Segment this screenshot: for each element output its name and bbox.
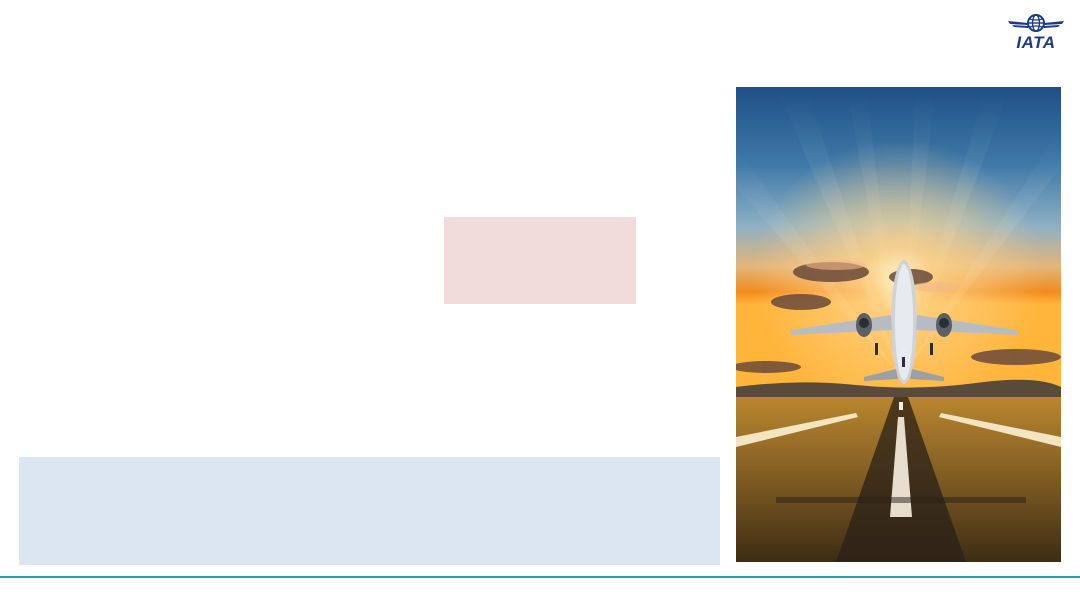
blue-placeholder-box	[19, 457, 720, 565]
airplane-takeoff-photo	[736, 87, 1061, 562]
airplane-takeoff-sunset-icon	[736, 87, 1061, 562]
pink-placeholder-box	[444, 217, 636, 304]
bottom-divider	[0, 576, 1080, 578]
iata-logo: IATA	[1004, 12, 1068, 54]
logo-wordmark: IATA	[1016, 33, 1056, 52]
slide: IATA	[0, 0, 1080, 608]
